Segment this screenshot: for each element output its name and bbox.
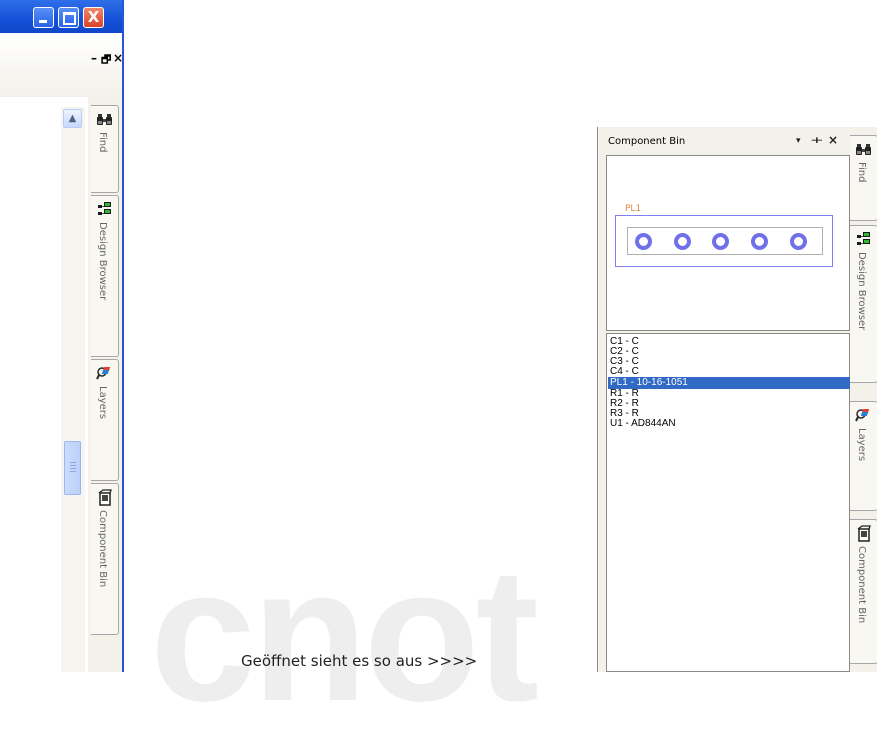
- mdi-control-bar: – 🗗 ×: [0, 33, 123, 98]
- window-title-bar[interactable]: X: [0, 0, 124, 33]
- component-bin-icon: [857, 525, 871, 542]
- component-preview: PL1: [606, 155, 850, 331]
- component-list[interactable]: C1 - C C2 - C C3 - C C4 - C PL1 - 10-16-…: [606, 333, 850, 672]
- list-item-selected[interactable]: PL1 - 10-16-1051: [608, 377, 850, 389]
- design-browser-icon: [857, 232, 870, 245]
- caption-text: Geöffnet sieht es so aus >>>>: [241, 652, 478, 670]
- tab-find[interactable]: Find: [850, 135, 877, 221]
- list-item[interactable]: C3 - C: [608, 357, 850, 367]
- side-tab-strip: Find Design Browser Layers Component Bin: [88, 97, 122, 672]
- tab-find[interactable]: Find: [91, 105, 119, 193]
- footprint-pad: [751, 233, 768, 250]
- tab-layers[interactable]: Layers: [850, 401, 877, 511]
- footprint-pad: [712, 233, 729, 250]
- panel-dropdown-button[interactable]: ▾: [796, 136, 801, 146]
- tab-find-label: Find: [97, 132, 108, 153]
- list-item[interactable]: R1 - R: [608, 389, 850, 399]
- side-tab-strip: Find Design Browser Layers Component Bin: [850, 127, 877, 672]
- list-item[interactable]: C1 - C: [608, 337, 850, 347]
- window-maximize-button[interactable]: [58, 7, 79, 28]
- tab-component-bin[interactable]: Component Bin: [91, 483, 119, 635]
- binoculars-icon: [856, 144, 871, 155]
- scrollbar-thumb[interactable]: [64, 441, 81, 495]
- component-bin-title: Component Bin: [608, 136, 686, 147]
- layers-icon: [855, 409, 870, 422]
- footprint-body: [627, 227, 823, 255]
- component-bin-window: Component Bin ▾ ⊣⊢ × PL1 C1 - C C2 - C C…: [597, 127, 877, 672]
- window-frame-edge: [122, 0, 124, 672]
- left-application-window: X – 🗗 × ▲ Find Design Browser Layers Com…: [0, 0, 124, 672]
- tab-layers-label: Layers: [856, 428, 867, 462]
- scroll-up-button[interactable]: ▲: [63, 109, 82, 128]
- close-icon: X: [87, 8, 100, 26]
- window-close-button[interactable]: X: [83, 7, 104, 28]
- pin-icon[interactable]: ⊣⊢: [811, 136, 823, 145]
- mdi-minimize-button[interactable]: –: [91, 51, 97, 65]
- footprint-outline: [615, 215, 833, 267]
- footprint-pad: [790, 233, 807, 250]
- grip-icon: [70, 462, 76, 474]
- list-item[interactable]: C4 - C: [608, 367, 850, 377]
- footprint-pad: [674, 233, 691, 250]
- list-item[interactable]: R2 - R: [608, 399, 850, 409]
- layers-icon: [96, 367, 111, 380]
- component-bin-icon: [98, 489, 112, 506]
- tab-design-browser[interactable]: Design Browser: [850, 225, 877, 383]
- list-item[interactable]: C2 - C: [608, 347, 850, 357]
- tab-layers[interactable]: Layers: [91, 359, 119, 481]
- list-item[interactable]: U1 - AD844AN: [608, 419, 850, 429]
- window-minimize-button[interactable]: [33, 7, 54, 28]
- tab-find-label: Find: [856, 162, 867, 183]
- mdi-restore-button[interactable]: 🗗: [101, 51, 111, 70]
- watermark-text: cnot: [150, 529, 539, 741]
- tab-design-browser-label: Design Browser: [97, 222, 108, 301]
- tab-design-browser[interactable]: Design Browser: [91, 195, 119, 357]
- tab-component-bin[interactable]: Component Bin: [850, 519, 877, 664]
- tab-layers-label: Layers: [97, 386, 108, 420]
- tab-component-bin-label: Component Bin: [856, 546, 867, 624]
- component-designator-label: PL1: [625, 204, 642, 214]
- panel-close-button[interactable]: ×: [828, 133, 838, 147]
- tab-component-bin-label: Component Bin: [97, 510, 108, 588]
- tab-design-browser-label: Design Browser: [856, 252, 867, 331]
- design-browser-icon: [98, 202, 111, 215]
- footprint-pad: [635, 233, 652, 250]
- chevron-up-icon: ▲: [68, 113, 77, 124]
- binoculars-icon: [97, 114, 112, 125]
- vertical-scrollbar[interactable]: ▲: [61, 107, 85, 672]
- component-bin-header: Component Bin ▾ ⊣⊢ ×: [598, 127, 850, 154]
